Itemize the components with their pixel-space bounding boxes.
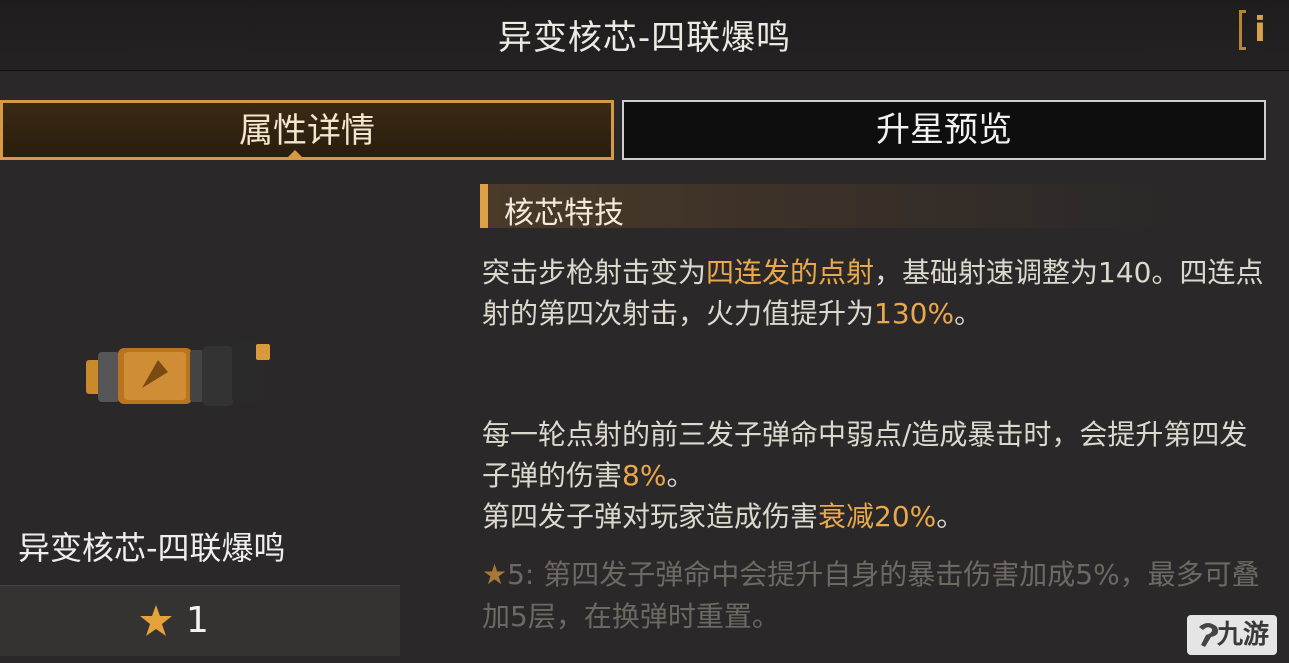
title-bar: 异变核芯-四联爆鸣 i	[0, 0, 1289, 71]
section-title: 核芯特技	[504, 196, 624, 231]
core-item-image	[86, 342, 270, 406]
star-count: 1	[186, 600, 209, 641]
tab-star-preview[interactable]: 升星预览	[622, 100, 1266, 160]
watermark-logo-icon	[1199, 623, 1219, 647]
skill-description-1: 突击步枪射击变为四连发的点射，基础射速调整为140。四连点射的第四次射击，火力值…	[482, 256, 1264, 330]
star-icon	[140, 605, 172, 636]
watermark: 九游	[1187, 615, 1277, 655]
tab-attribute-details-label: 属性详情	[239, 111, 375, 151]
skill-description-2: 每一轮点射的前三发子弹命中弱点/造成暴击时，会提升第四发子弹的伤害8%。	[482, 418, 1248, 492]
section-header: 核芯特技	[480, 184, 1180, 231]
active-tab-pointer	[285, 150, 305, 160]
accent-bar	[480, 184, 488, 228]
info-button[interactable]: i	[1239, 8, 1281, 52]
info-icon: i	[1254, 10, 1266, 50]
star-5-bonus: ★5: 第四发子弹命中会提升自身的暴击伤害加成5%，最多可叠加5层，在换弹时重置…	[482, 558, 1260, 633]
tab-attribute-details[interactable]: 属性详情	[0, 100, 614, 160]
star-level-row: 1	[0, 585, 400, 656]
watermark-text: 九游	[1216, 620, 1269, 650]
core-name: 异变核芯-四联爆鸣	[18, 529, 286, 567]
tab-star-preview-label: 升星预览	[876, 110, 1012, 150]
bracket-decoration	[1239, 10, 1246, 50]
skill-description-3: 第四发子弹对玩家造成伤害衰减20%。	[482, 500, 965, 533]
page-title: 异变核芯-四联爆鸣	[497, 18, 792, 58]
